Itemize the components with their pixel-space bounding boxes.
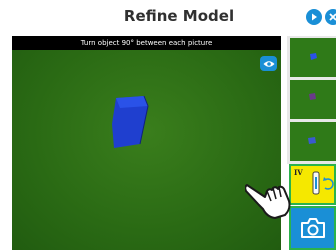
- thumbnail-2: [290, 80, 336, 119]
- thumbnail-1: [290, 38, 336, 77]
- thumbnail-4-selected[interactable]: IV: [289, 164, 336, 205]
- thumbnail-slot-1[interactable]: [287, 36, 336, 80]
- thumbnail-slot-2[interactable]: [287, 78, 336, 122]
- pointer-hand-icon: [245, 184, 291, 219]
- capture-button[interactable]: [289, 206, 336, 250]
- scanned-object: [112, 95, 149, 148]
- play-icon: [312, 13, 317, 21]
- instruction-text: Turn object 90° between each picture: [12, 36, 281, 50]
- camera-icon: [300, 218, 325, 238]
- eye-button[interactable]: [260, 56, 277, 71]
- thumbnail-slot-3[interactable]: [287, 120, 336, 164]
- close-button[interactable]: [325, 9, 336, 25]
- eye-icon: [263, 60, 274, 67]
- thumbnail-3: [290, 122, 336, 161]
- camera-view: Turn object 90° between each picture: [12, 36, 281, 250]
- close-icon: [329, 13, 336, 21]
- play-button[interactable]: [306, 9, 322, 25]
- page-title: Refine Model: [123, 7, 235, 25]
